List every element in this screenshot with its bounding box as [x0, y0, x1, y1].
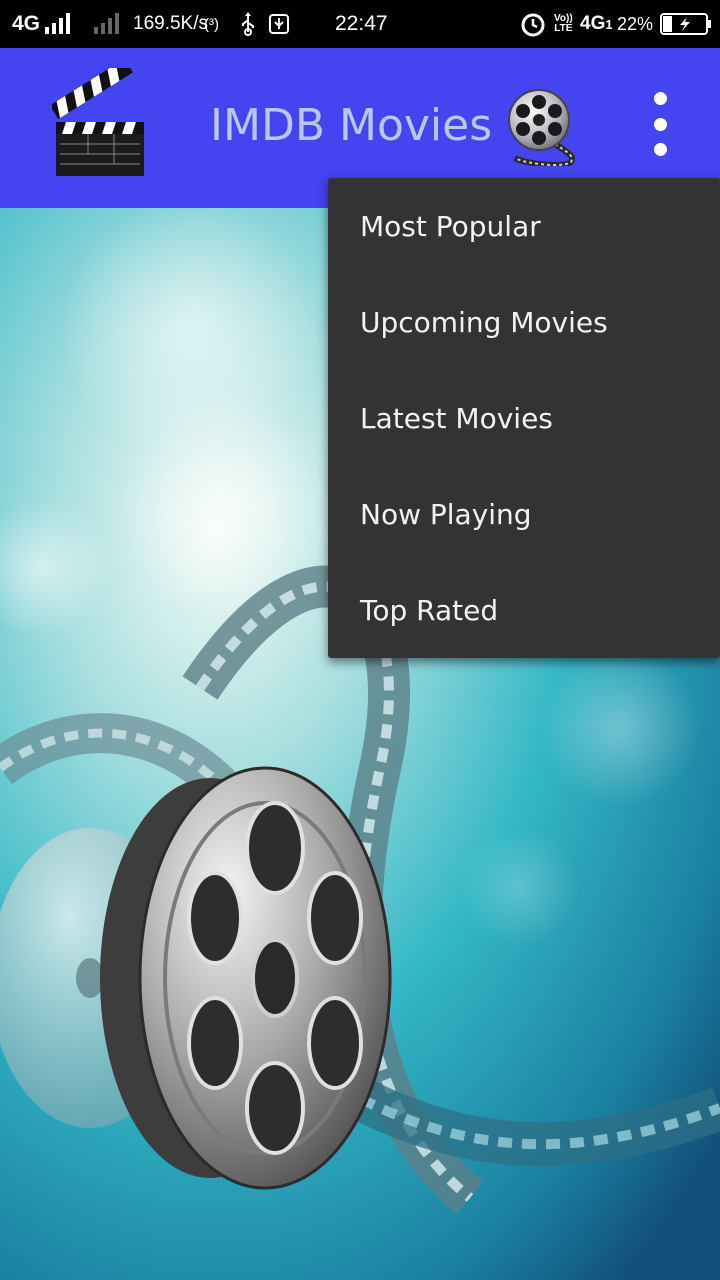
volte-indicator: Vo)) LTE — [554, 13, 573, 34]
status-bar: 4G 169.5K/s (³) 22:47 Vo)) LTE 4G 1 22% — [0, 0, 720, 48]
network-speed: 169.5K/s — [133, 13, 208, 34]
battery-percent: 22% — [617, 13, 654, 34]
clock-time: 22:47 — [335, 12, 388, 35]
signal-icon — [43, 0, 73, 48]
battery-charging-icon — [659, 0, 713, 48]
menu-item-latest-movies[interactable]: Latest Movies — [328, 370, 720, 466]
clapperboard-icon — [49, 58, 148, 178]
more-vert-icon[interactable] — [640, 86, 680, 162]
usb-debug-icon — [268, 0, 290, 48]
menu-item-now-playing[interactable]: Now Playing — [328, 466, 720, 562]
usb-icon — [240, 0, 256, 48]
menu-item-upcoming-movies[interactable]: Upcoming Movies — [328, 274, 720, 370]
overflow-menu: Most Popular Upcoming Movies Latest Movi… — [328, 178, 720, 658]
app-title: IMDB Movies — [210, 100, 493, 151]
film-reel-icon[interactable] — [505, 86, 581, 168]
alarm-icon — [520, 0, 546, 48]
hotspot-icon: (³) — [204, 15, 219, 33]
menu-item-most-popular[interactable]: Most Popular — [328, 178, 720, 274]
menu-item-top-rated[interactable]: Top Rated — [328, 562, 720, 658]
signal-weak-icon — [92, 0, 122, 48]
network-type-2: 4G 1 — [580, 13, 613, 34]
network-type: 4G — [12, 12, 41, 35]
